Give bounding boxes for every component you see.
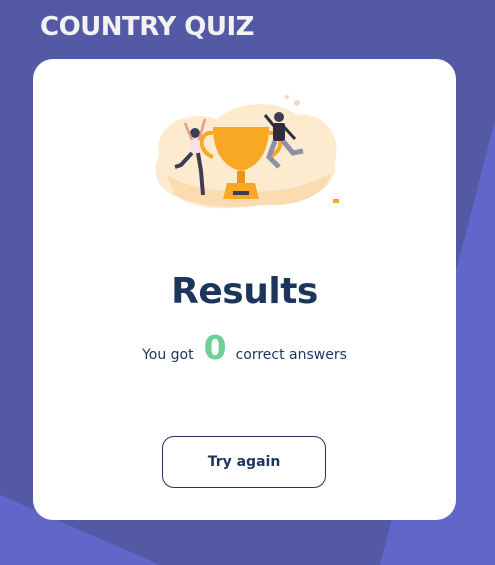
score-prefix: You got bbox=[142, 347, 194, 363]
score-summary: You got 0 correct answers bbox=[33, 331, 456, 364]
winners-trophy-illustration bbox=[155, 95, 339, 209]
app-title: COUNTRY QUIZ bbox=[40, 12, 255, 42]
results-card: Results You got 0 correct answers Try ag… bbox=[33, 59, 456, 520]
score-value: 0 bbox=[203, 328, 227, 367]
score-suffix: correct answers bbox=[235, 347, 347, 363]
results-heading: Results bbox=[171, 271, 318, 312]
try-again-button[interactable]: Try again bbox=[162, 436, 326, 488]
